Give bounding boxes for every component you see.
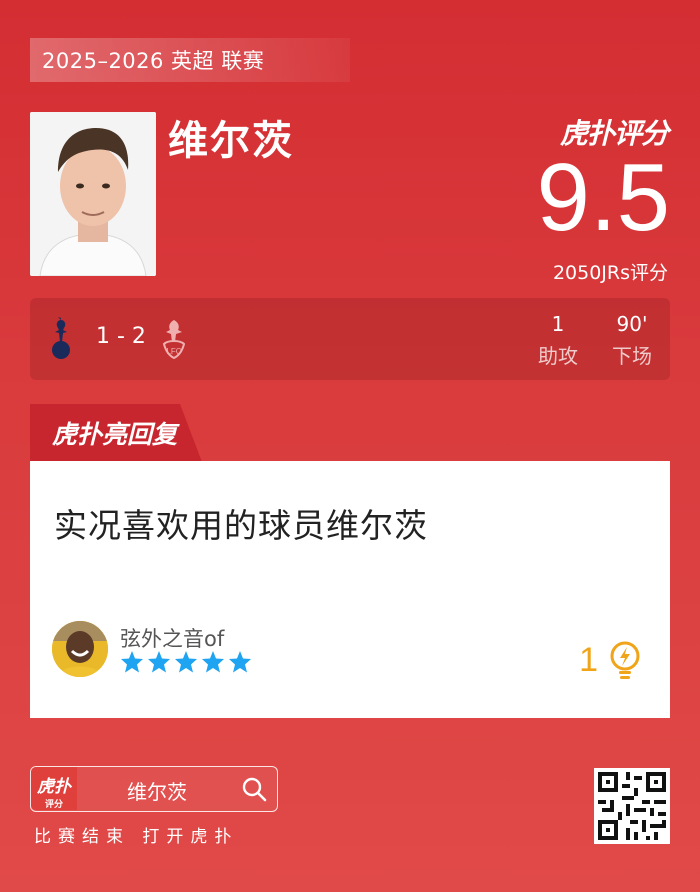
search-button[interactable] xyxy=(241,776,267,806)
highlight-reply-label: 虎扑亮回复 xyxy=(52,420,178,449)
hupu-logo-sub: 评分 xyxy=(44,800,63,810)
star-icon xyxy=(148,651,170,673)
season-banner: 2025–2026 英超 联赛 xyxy=(30,38,350,82)
qr-code xyxy=(594,768,670,844)
comment-text: 实况喜欢用的球员维尔茨 xyxy=(54,506,428,545)
star-icon xyxy=(175,651,197,673)
user-avatar-icon xyxy=(52,621,108,677)
rating-count: 2050JRs评分 xyxy=(552,262,668,284)
liverpool-crest-icon: LFC xyxy=(162,320,186,360)
highlight-reply-tab: 虎扑亮回复 xyxy=(30,404,202,462)
qr-code-icon xyxy=(594,768,670,844)
like-count: 1 xyxy=(579,641,598,679)
star-icon xyxy=(202,651,224,673)
player-photo xyxy=(30,112,156,276)
star-icon xyxy=(121,651,143,673)
stat-subbed-off-label: 下场 xyxy=(612,344,652,368)
stat-subbed-off: 90' 下场 xyxy=(610,312,654,369)
comment-username[interactable]: 弦外之音of xyxy=(120,623,224,653)
match-score: 1 - 2 xyxy=(96,324,146,349)
stat-assists: 1 助攻 xyxy=(538,312,578,369)
player-name: 维尔茨 xyxy=(168,118,294,164)
match-info-bar: 1 - 2 LFC 1 助攻 90' 下场 xyxy=(30,298,670,380)
search-icon xyxy=(242,777,267,802)
search-bar[interactable]: 虎扑 评分 维尔茨 xyxy=(30,766,278,812)
svg-text:LFC: LFC xyxy=(166,347,181,356)
season-label: 2025–2026 英超 联赛 xyxy=(42,49,265,73)
avatar[interactable] xyxy=(52,621,108,677)
rating-score: 9.5 xyxy=(536,144,670,251)
search-query[interactable]: 维尔茨 xyxy=(127,776,187,805)
lightbulb-icon xyxy=(610,641,640,679)
stat-subbed-off-value: 90' xyxy=(616,312,648,336)
footer-caption: 比赛结束 打开虎扑 xyxy=(34,827,239,847)
star-icon xyxy=(229,651,251,673)
like-button[interactable] xyxy=(608,641,642,685)
tottenham-crest-icon xyxy=(52,317,70,359)
hupu-app-logo: 虎扑 评分 xyxy=(31,767,77,810)
user-rating-stars xyxy=(120,650,252,674)
stat-assists-label: 助攻 xyxy=(538,344,578,368)
stat-assists-value: 1 xyxy=(551,312,565,336)
highlight-reply-card: 实况喜欢用的球员维尔茨 弦外之音of 1 xyxy=(30,461,670,718)
player-portrait-icon xyxy=(30,112,156,276)
hupu-logo-text: 虎扑 xyxy=(37,777,71,797)
